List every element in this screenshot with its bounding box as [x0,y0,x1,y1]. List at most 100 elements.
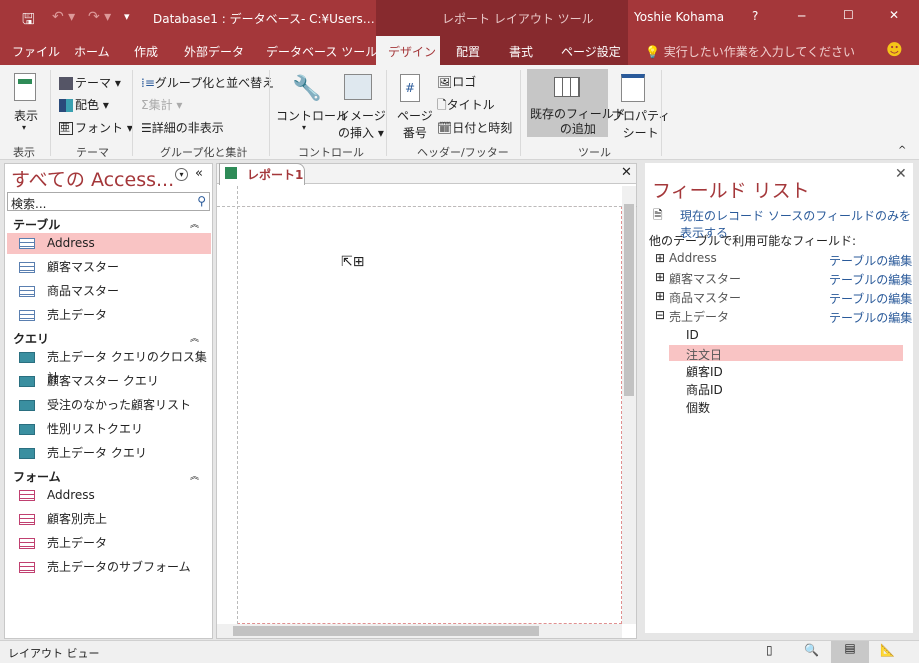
tab-database-tools[interactable]: データベース ツール [266,43,377,60]
property-sheet-icon [621,74,645,102]
expand-icon[interactable]: ⊞ [655,270,665,284]
tab-report1[interactable]: レポート1 [219,163,305,185]
group-sort-button[interactable]: ⁞≡グループ化と並べ替え [141,74,274,91]
tab-create[interactable]: 作成 [134,43,158,60]
close-doc-icon[interactable]: ✕ [621,165,632,180]
help-button[interactable]: ? [752,9,758,23]
nav-item-query[interactable]: 性別リストクエリ [7,419,211,440]
view-button[interactable]: 表示 [14,107,38,124]
report-canvas[interactable] [237,206,622,624]
fonts-button[interactable]: 亜フォント ▾ [59,119,133,136]
print-preview-icon[interactable]: 🔍 [804,643,819,657]
field-item-selected[interactable]: 注文日 [669,345,903,362]
save-icon[interactable]: 🖫 [22,9,35,34]
other-tables-label: 他のテーブルで利用可能なフィールド: [649,234,857,248]
tab-home[interactable]: ホーム [74,43,110,60]
collapse-icon[interactable]: ⊟ [655,308,665,322]
collapse-group-icon[interactable]: ︽ [190,469,199,482]
image-icon [344,74,372,100]
nav-item-query[interactable]: 受注のなかった顧客リスト [7,395,211,416]
nav-group-forms[interactable]: フォーム [13,468,61,485]
undo-icon[interactable]: ↶ ▾ [52,9,75,25]
tab-page-setup[interactable]: ページ設定 [561,43,621,60]
fonts-icon: 亜 [59,122,73,135]
collapse-group-icon[interactable]: ︽ [190,331,199,344]
drag-add-cursor-icon: ⇱⊞ [341,254,365,270]
tab-external-data[interactable]: 外部データ [184,43,244,60]
date-time-icon: 🗓 [437,121,453,135]
maximize-button[interactable]: ☐ [843,8,854,22]
nav-item-table[interactable]: 顧客マスター [7,257,211,278]
horizontal-scrollbar[interactable] [217,624,622,638]
page-number-icon: # [400,74,420,102]
collapse-group-icon[interactable]: ︽ [190,217,199,230]
tab-design[interactable]: デザイン [388,43,436,60]
field-item[interactable]: 商品ID [686,381,723,398]
report-view-icon[interactable]: ▯ [766,643,773,657]
vertical-scrollbar[interactable] [622,186,636,624]
nav-item-query[interactable]: 売上データ クエリのクロス集計 [7,347,211,385]
field-item[interactable]: ID [686,328,699,342]
close-button[interactable]: ✕ [889,8,899,22]
nav-item-query[interactable]: 顧客マスター クエリ [7,371,211,392]
layout-view-icon[interactable]: ▤ [831,641,869,663]
tab-arrange[interactable]: 配置 [456,43,480,60]
edit-table-link[interactable]: テーブルの編集 [829,290,912,307]
nav-group-queries[interactable]: クエリ [13,330,49,347]
page-number-button[interactable]: ページ 番号 [397,107,433,141]
shutter-bar-icon[interactable]: « [195,166,203,181]
tab-format[interactable]: 書式 [509,43,533,60]
table-name: Address [669,251,717,265]
tab-file[interactable]: ファイル [12,43,60,60]
field-list-title: フィールド リスト [652,180,810,202]
field-item[interactable]: 顧客ID [686,363,723,380]
close-field-list-icon[interactable]: ✕ [895,166,907,182]
field-item[interactable]: 個数 [686,399,710,416]
colors-button[interactable]: 配色 ▾ [59,96,109,113]
date-time-button[interactable]: 🗓日付と時刻 [437,119,512,136]
collapse-ribbon-icon[interactable]: ^ [898,145,906,156]
group-label-tools: ツール [578,146,611,159]
hide-details-button[interactable]: ☰詳細の非表示 [141,119,224,136]
nav-item-table[interactable]: 商品マスター [7,281,211,302]
customize-qat-icon[interactable]: ▾ [124,10,130,23]
insert-image-button[interactable]: イメージ の挿入 ▾ [338,107,386,141]
navigation-pane: すべての Access... ▾ « 検索... ⚲ テーブル ︽ Addres… [4,163,213,639]
nav-item-form[interactable]: 顧客別売上 [7,509,211,530]
logo-button[interactable]: 🖼ロゴ [437,73,476,90]
edit-table-link[interactable]: テーブルの編集 [829,271,912,288]
add-existing-fields-button[interactable]: 既存のフィールド の追加 [527,69,626,137]
nav-item-table[interactable]: 売上データ [7,305,211,326]
nav-item-form[interactable]: 売上データのサブフォーム [7,557,211,578]
redo-icon[interactable]: ↷ ▾ [88,9,111,25]
smiley-icon[interactable]: ☻ [886,40,903,59]
logo-icon: 🖼 [437,75,453,89]
doc-tab-label: レポート1 [247,168,304,182]
design-view-icon[interactable]: 📐 [880,643,895,657]
report-document: レポート1 ✕ ⇱⊞ [216,163,637,639]
nav-item-form[interactable]: 売上データ [7,533,211,554]
sigma-icon: Σ [141,98,149,112]
nav-item-table[interactable]: Address [7,233,211,254]
nav-item-form[interactable]: Address [7,485,211,506]
table-name: 顧客マスター [669,272,742,286]
title-button[interactable]: 🗋タイトル [437,96,495,117]
edit-table-link[interactable]: テーブルの編集 [829,309,912,326]
search-icon[interactable]: ⚲ [197,194,206,208]
nav-menu-chevron-icon[interactable]: ▾ [175,168,188,181]
edit-table-link[interactable]: テーブルの編集 [829,252,912,269]
nav-group-tables[interactable]: テーブル [13,216,60,233]
group-label-view: 表示 [13,146,35,159]
status-bar: レイアウト ビュー ▯ 🔍 ▤ 📐 [0,640,919,663]
minimize-button[interactable]: ─ [798,9,805,23]
user-name[interactable]: Yoshie Kohama [634,10,724,24]
totals-button[interactable]: Σ集計 ▾ [141,96,182,113]
nav-pane-title[interactable]: すべての Access... [11,165,174,192]
nav-search-input[interactable]: 検索... ⚲ [7,192,210,211]
nav-item-query[interactable]: 売上データ クエリ [7,443,211,464]
expand-icon[interactable]: ⊞ [655,251,665,265]
themes-button[interactable]: テーマ ▾ [59,74,121,91]
expand-icon[interactable]: ⊞ [655,289,665,303]
tell-me-input[interactable]: 💡 実行したい作業を入力してください [645,43,855,60]
window-title: Database1 : データベース- C:¥Users… [153,12,375,26]
